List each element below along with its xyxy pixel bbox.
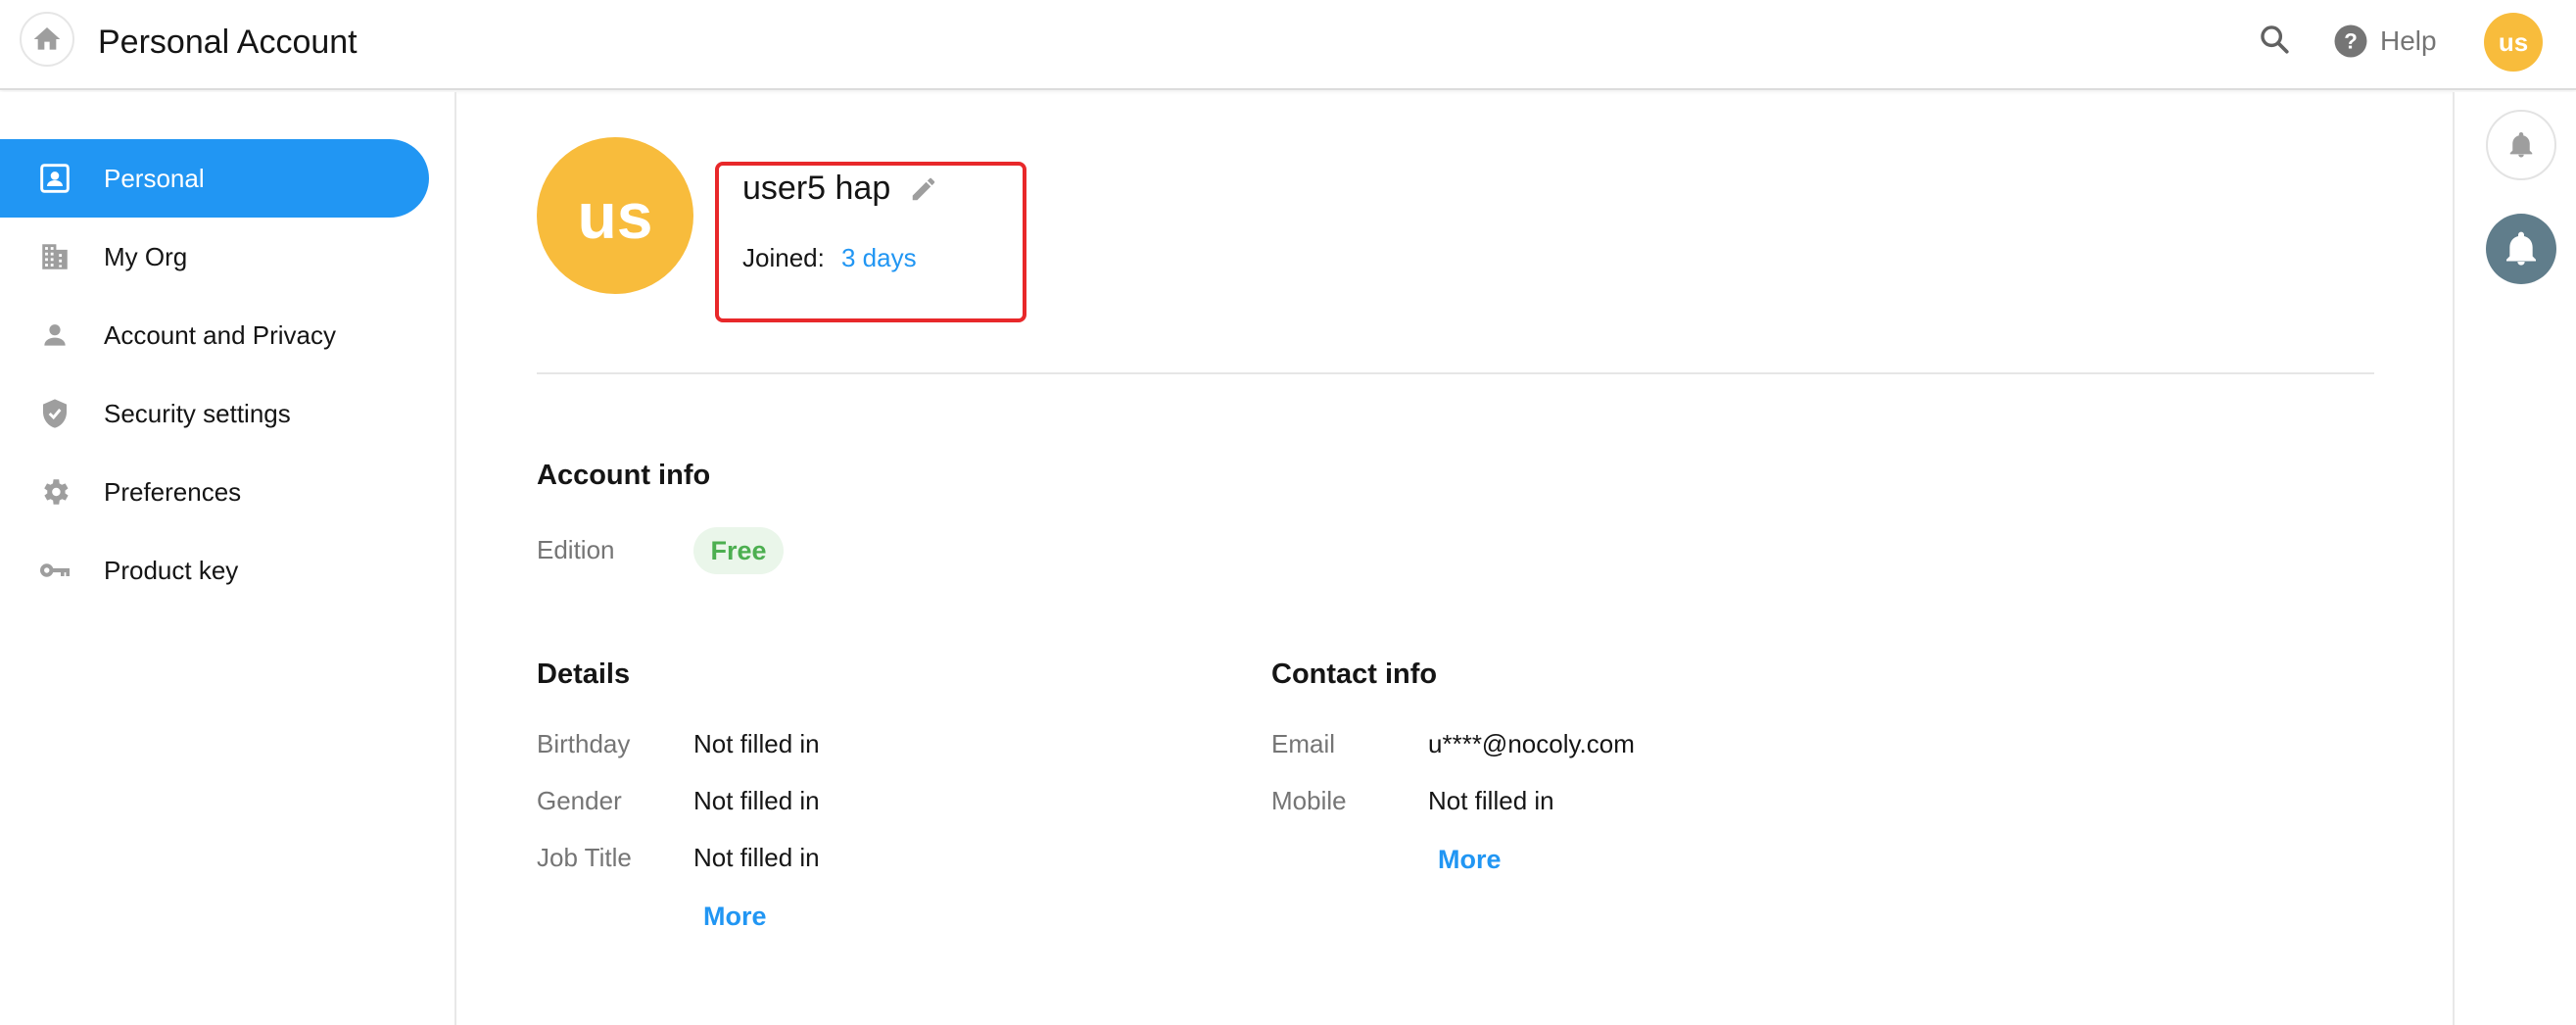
email-value: u****@nocoly.com [1428,729,1635,758]
svg-text:?: ? [2344,29,2358,54]
details-more-link[interactable]: More [703,899,767,934]
contact-card-icon [35,159,74,198]
key-icon [35,551,74,590]
edit-pencil-icon[interactable] [909,174,938,204]
gear-icon [35,472,74,512]
help-button[interactable]: ? Help [2333,20,2437,63]
email-label: Email [1271,729,1336,758]
details-title: Details [537,659,631,690]
contact-more-link[interactable]: More [1438,842,1502,877]
sidebar-item-label: Account and Privacy [104,319,337,350]
birthday-label: Birthday [537,729,631,758]
building-icon [35,237,74,276]
sidebar: Personal My Org Account and Privacy Secu… [0,92,456,1025]
right-rail [2453,92,2576,1025]
joined-value: 3 days [841,243,917,272]
sidebar-item-label: Product key [104,555,239,585]
contact-info-title: Contact info [1271,659,1438,690]
page-title: Personal Account [98,24,358,61]
job-title-value: Not filled in [693,843,820,872]
birthday-value: Not filled in [693,729,820,758]
user-name: user5 hap [742,170,891,207]
mobile-label: Mobile [1271,786,1347,815]
person-icon [35,316,74,355]
sidebar-item-security[interactable]: Security settings [0,374,429,453]
divider [537,372,2374,374]
job-title-label: Job Title [537,843,632,872]
gender-label: Gender [537,786,622,815]
sidebar-item-personal[interactable]: Personal [0,139,429,218]
bell-icon [2509,132,2533,158]
help-icon: ? [2334,24,2367,58]
notification-center-button[interactable] [2486,214,2556,284]
top-header: Personal Account ? Help us [0,0,2576,90]
edition-label: Edition [537,535,615,564]
sidebar-item-preferences[interactable]: Preferences [0,453,429,531]
notification-button[interactable] [2486,110,2556,180]
sidebar-item-account-privacy[interactable]: Account and Privacy [0,296,429,374]
sidebar-item-label: Personal [104,163,205,193]
profile-avatar[interactable]: us [537,137,693,294]
home-button[interactable] [20,12,74,67]
mobile-value: Not filled in [1428,786,1554,815]
sidebar-item-label: Preferences [104,476,242,507]
account-info-title: Account info [537,460,711,491]
sidebar-item-label: My Org [104,241,188,271]
bell-icon [2506,231,2536,266]
home-icon [33,27,61,50]
sidebar-item-label: Security settings [104,398,291,428]
search-button[interactable] [2255,20,2294,59]
shield-icon [35,394,74,433]
help-label: Help [2380,25,2437,56]
edition-badge: Free [693,527,784,574]
search-icon [2261,25,2289,54]
sidebar-item-my-org[interactable]: My Org [0,218,429,296]
user-avatar-button[interactable]: us [2484,13,2543,72]
gender-value: Not filled in [693,786,820,815]
joined-label: Joined: [742,243,825,272]
sidebar-item-product-key[interactable]: Product key [0,531,429,610]
